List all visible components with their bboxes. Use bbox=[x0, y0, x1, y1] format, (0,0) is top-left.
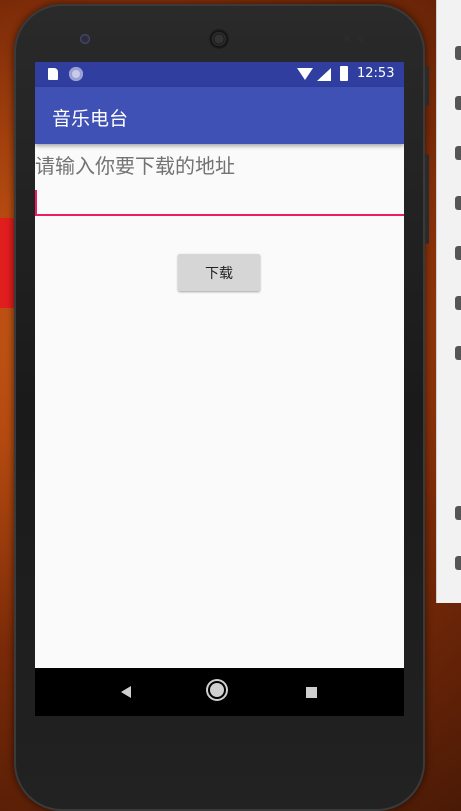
signal-icon bbox=[317, 68, 331, 81]
navigation-bar bbox=[35, 668, 404, 716]
phone-frame: 12:53 音乐电台 请输入你要下载的地址 下载 bbox=[14, 4, 429, 811]
back-icon[interactable] bbox=[121, 686, 131, 698]
sd-card-icon bbox=[48, 68, 58, 80]
download-prompt-label: 请输入你要下载的地址 bbox=[35, 154, 235, 178]
device-screen: 12:53 音乐电台 请输入你要下载的地址 下载 bbox=[35, 62, 404, 716]
sensor-icon bbox=[344, 36, 350, 42]
status-time: 12:53 bbox=[357, 66, 395, 81]
wifi-icon bbox=[297, 68, 313, 80]
status-bar: 12:53 bbox=[35, 62, 404, 87]
recent-apps-icon[interactable] bbox=[306, 687, 317, 698]
front-camera-icon bbox=[80, 34, 90, 44]
rotate-right-icon[interactable] bbox=[455, 246, 461, 260]
volume-button[interactable] bbox=[425, 154, 429, 244]
sync-icon bbox=[69, 67, 83, 81]
app-bar: 音乐电台 bbox=[35, 87, 404, 144]
download-button[interactable]: 下载 bbox=[178, 254, 260, 291]
home-icon[interactable] bbox=[210, 683, 224, 697]
power-button[interactable] bbox=[425, 66, 429, 106]
emulator-side-toolbar bbox=[436, 0, 461, 603]
back-icon[interactable] bbox=[455, 556, 461, 570]
earpiece-speaker-icon bbox=[208, 28, 230, 50]
zoom-icon[interactable] bbox=[455, 346, 461, 360]
more-icon[interactable] bbox=[455, 506, 461, 520]
sensor-icon bbox=[358, 36, 364, 42]
volume-down-icon[interactable] bbox=[455, 146, 461, 160]
battery-icon bbox=[340, 66, 348, 81]
power-icon[interactable] bbox=[455, 46, 461, 60]
app-title: 音乐电台 bbox=[52, 108, 129, 130]
camera-icon[interactable] bbox=[455, 296, 461, 310]
rotate-left-icon[interactable] bbox=[455, 196, 461, 210]
download-url-input[interactable] bbox=[35, 190, 404, 216]
volume-up-icon[interactable] bbox=[455, 96, 461, 110]
